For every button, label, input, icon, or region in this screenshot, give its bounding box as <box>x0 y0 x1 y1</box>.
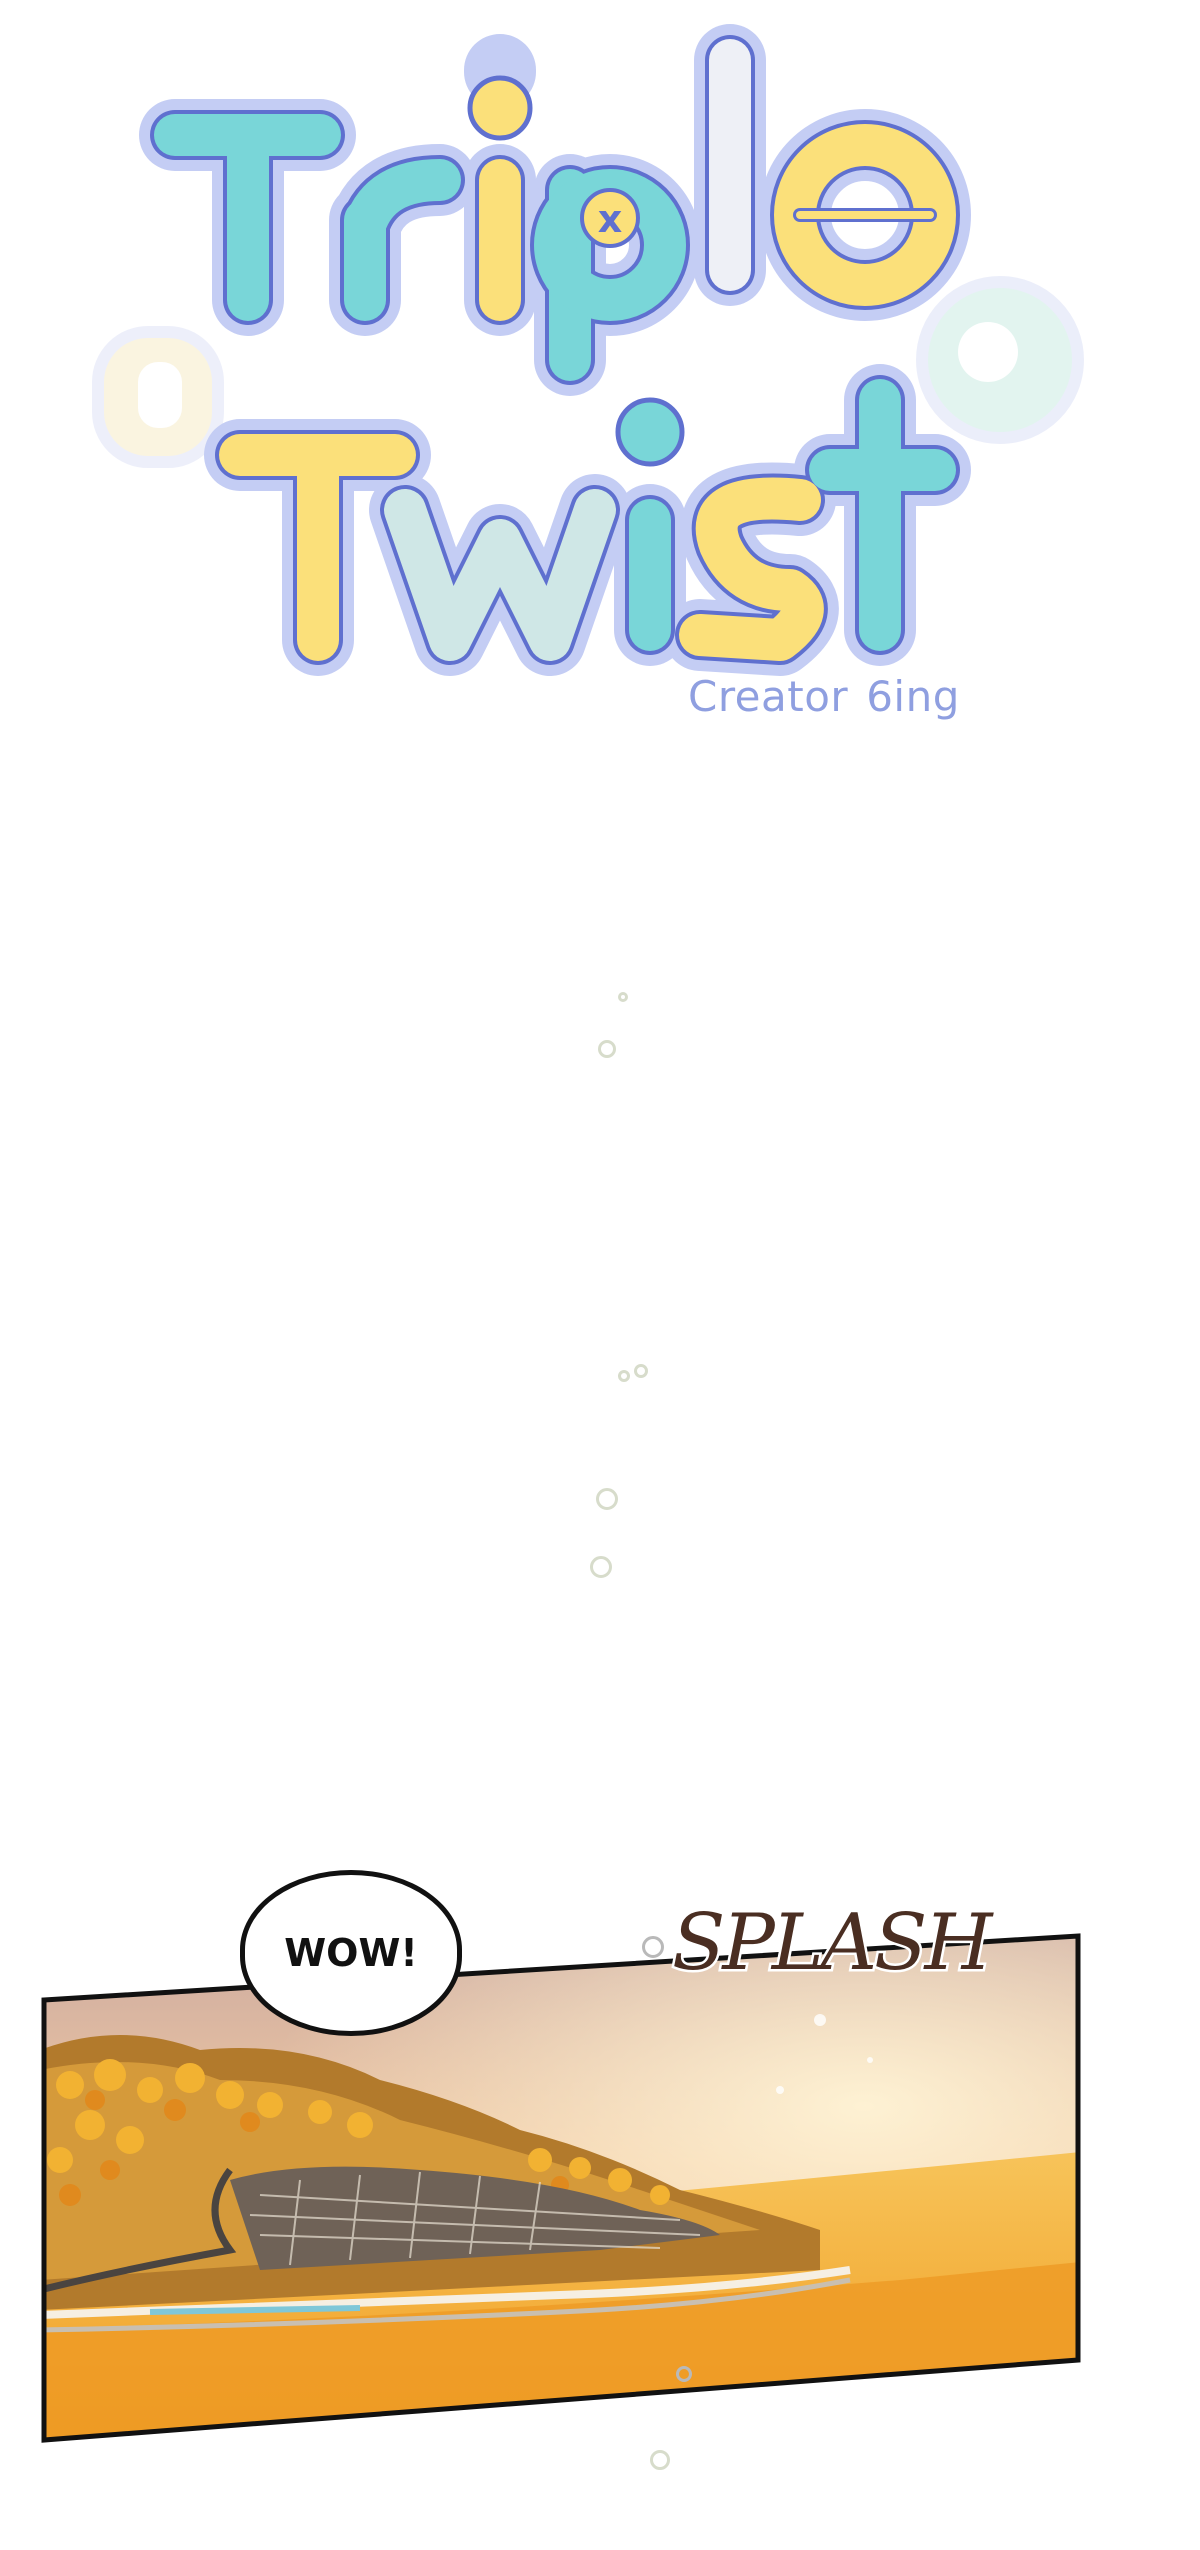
floating-bubble <box>598 1040 616 1058</box>
title-logo: x <box>92 24 1084 676</box>
sound-effect-text: SPLASH <box>670 1896 995 1991</box>
creator-label: Creator <box>688 672 849 721</box>
title-x-mark: x <box>598 197 623 241</box>
splash-sparkle-icon <box>676 2366 692 2382</box>
floating-bubble <box>650 2450 670 2470</box>
title-line-1 <box>139 24 971 396</box>
creator-credit: Creator 6ing <box>688 672 960 721</box>
speech-bubble-text: WOW! <box>284 1931 418 1975</box>
decor-left-bubble <box>92 326 224 468</box>
floating-bubble <box>634 1364 648 1378</box>
decor-right-bubble <box>916 276 1084 444</box>
comic-panel <box>41 1933 1081 2443</box>
floating-bubble <box>590 1556 612 1578</box>
speech-bubble: WOW! <box>240 1870 462 2036</box>
creator-name: 6ing <box>866 672 960 721</box>
splash-sparkle-icon <box>642 1936 664 1958</box>
floating-bubble <box>618 992 628 1002</box>
floating-bubble <box>618 1370 630 1382</box>
floating-bubble <box>596 1488 618 1510</box>
title-line-2 <box>204 364 971 676</box>
